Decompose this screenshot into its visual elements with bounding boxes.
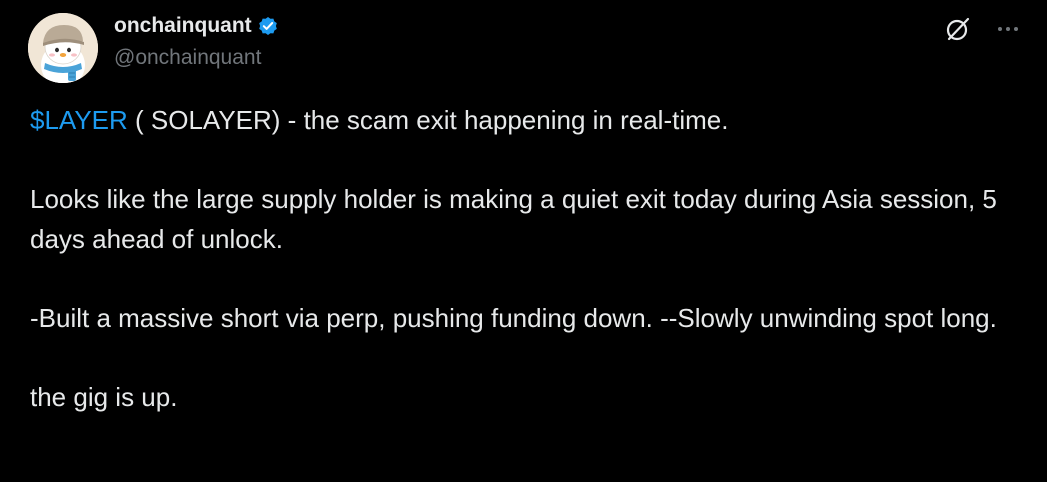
tweet-paragraph-4: the gig is up. [30, 382, 178, 412]
tweet-paragraph-2: Looks like the large supply holder is ma… [30, 184, 997, 254]
tweet-text: $LAYER ( SOLAYER) - the scam exit happen… [30, 100, 1030, 417]
display-name[interactable]: onchainquant [114, 13, 252, 39]
more-options-icon[interactable] [993, 15, 1023, 43]
display-name-row: onchainquant [114, 13, 279, 39]
grok-icon[interactable] [944, 15, 972, 43]
tweet-line-1-text: ( SOLAYER) - the scam exit happening in … [127, 105, 729, 135]
avatar-image [28, 13, 98, 83]
tweet-paragraph-1: $LAYER ( SOLAYER) - the scam exit happen… [30, 100, 1030, 140]
author-handle[interactable]: @onchainquant [114, 45, 279, 71]
avatar[interactable] [28, 13, 98, 83]
tweet-paragraph-3: -Built a massive short via perp, pushing… [30, 303, 997, 333]
verified-badge-icon[interactable] [257, 15, 279, 37]
tweet-header: onchainquant @onchainquant [28, 13, 1023, 83]
cashtag-link[interactable]: $LAYER [30, 105, 128, 135]
author-names: onchainquant @onchainquant [114, 13, 279, 71]
